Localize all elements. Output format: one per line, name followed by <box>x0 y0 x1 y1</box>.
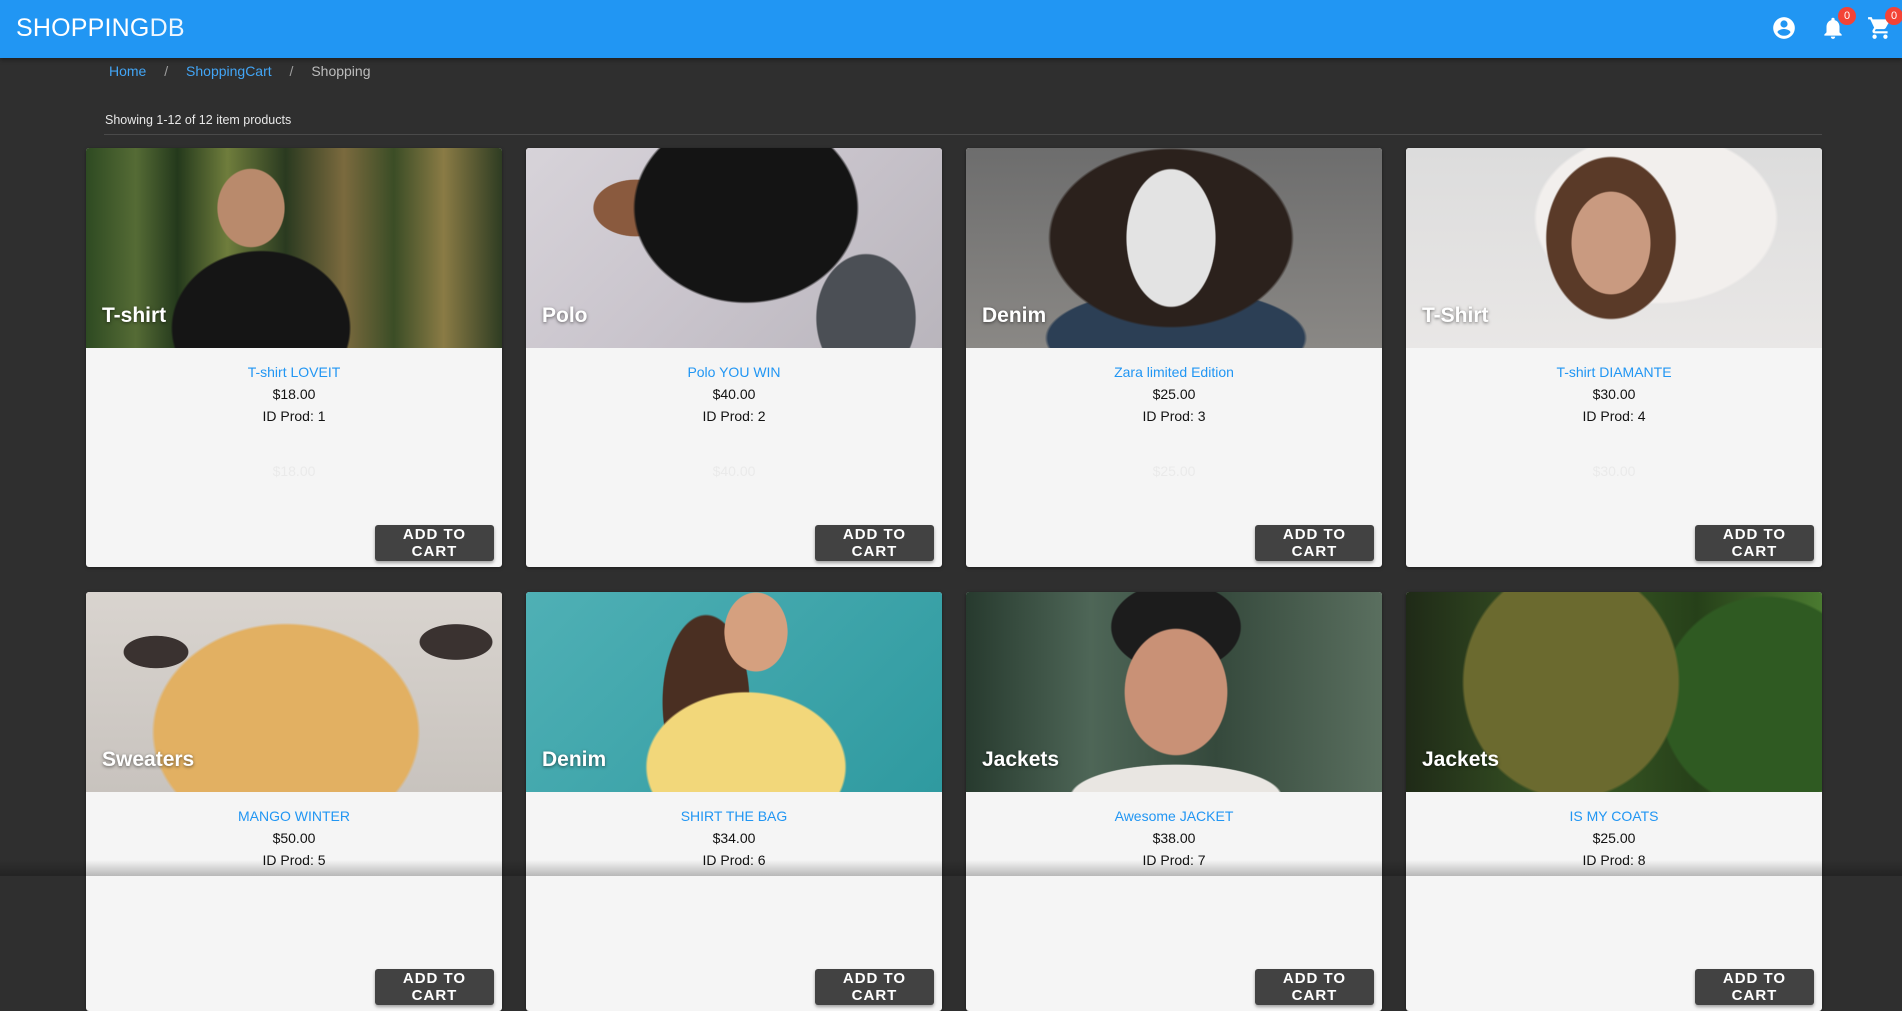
add-to-cart-button[interactable]: ADD TO CART <box>815 969 934 1005</box>
product-price: $25.00 <box>1152 386 1196 402</box>
product-title[interactable]: SHIRT THE BAG <box>526 808 942 824</box>
product-card: T-shirt T-shirt LOVEIT $18.00 ID Prod: 1… <box>86 148 502 567</box>
brand-logo[interactable]: SHOPPINGDB <box>16 14 185 43</box>
add-to-cart-button[interactable]: ADD TO CART <box>815 525 934 561</box>
app-bar: SHOPPINGDB 0 0 <box>0 0 1902 58</box>
product-title[interactable]: Zara limited Edition <box>966 364 1382 380</box>
product-card: Polo Polo YOU WIN $40.00 ID Prod: 2 $40.… <box>526 148 942 567</box>
product-title[interactable]: Awesome JACKET <box>966 808 1382 824</box>
notifications-button[interactable]: 0 <box>1820 7 1856 41</box>
product-card: Sweaters MANGO WINTER $50.00 ID Prod: 5 … <box>86 592 502 1011</box>
breadcrumb-shoppingcart[interactable]: ShoppingCart <box>186 63 272 79</box>
product-card: Jackets Awesome JACKET $38.00 ID Prod: 7… <box>966 592 1382 1011</box>
product-id: ID Prod: 4 <box>1582 408 1646 424</box>
product-category: Denim <box>542 748 607 771</box>
bottom-shadow <box>0 860 1902 876</box>
product-price: $40.00 <box>712 386 756 402</box>
product-price-ghost: $40.00 <box>712 463 756 479</box>
product-category: T-shirt <box>102 304 167 327</box>
product-price-ghost: $25.00 <box>1152 463 1196 479</box>
product-title[interactable]: IS MY COATS <box>1406 808 1822 824</box>
breadcrumb: Home / ShoppingCart / Shopping <box>109 63 371 79</box>
product-price: $30.00 <box>1592 386 1636 402</box>
product-category: Sweaters <box>102 748 195 771</box>
add-to-cart-button[interactable]: ADD TO CART <box>1695 525 1814 561</box>
product-title[interactable]: MANGO WINTER <box>86 808 502 824</box>
product-image[interactable]: Jackets <box>1406 592 1822 792</box>
product-card: T-Shirt T-shirt DIAMANTE $30.00 ID Prod:… <box>1406 148 1822 567</box>
product-title[interactable]: T-shirt DIAMANTE <box>1406 364 1822 380</box>
product-price: $18.00 <box>272 386 316 402</box>
add-to-cart-button[interactable]: ADD TO CART <box>1255 525 1374 561</box>
product-card: Denim Zara limited Edition $25.00 ID Pro… <box>966 148 1382 567</box>
product-image[interactable]: T-Shirt <box>1406 148 1822 348</box>
product-price: $50.00 <box>272 830 316 846</box>
product-category: Polo <box>542 304 588 327</box>
notifications-badge: 0 <box>1838 7 1856 25</box>
add-to-cart-button[interactable]: ADD TO CART <box>1255 969 1374 1005</box>
add-to-cart-button[interactable]: ADD TO CART <box>375 525 494 561</box>
product-category: Denim <box>982 304 1047 327</box>
cart-button[interactable]: 0 <box>1867 7 1902 41</box>
product-price-ghost: $18.00 <box>272 463 316 479</box>
product-price: $25.00 <box>1592 830 1636 846</box>
breadcrumb-separator: / <box>289 63 294 79</box>
product-image[interactable]: T-shirt <box>86 148 502 348</box>
product-image[interactable]: Denim <box>526 592 942 792</box>
results-count: Showing 1-12 of 12 item products <box>105 113 292 127</box>
cart-badge: 0 <box>1885 7 1902 25</box>
product-title[interactable]: T-shirt LOVEIT <box>86 364 502 380</box>
add-to-cart-button[interactable]: ADD TO CART <box>375 969 494 1005</box>
brand-suffix: DB <box>149 14 185 42</box>
breadcrumb-home[interactable]: Home <box>109 63 146 79</box>
product-card: Jackets IS MY COATS $25.00 ID Prod: 8 AD… <box>1406 592 1822 1011</box>
product-category: Jackets <box>1422 748 1500 771</box>
product-image[interactable]: Polo <box>526 148 942 348</box>
product-title[interactable]: Polo YOU WIN <box>526 364 942 380</box>
breadcrumb-current: Shopping <box>311 63 371 79</box>
product-price: $38.00 <box>1152 830 1196 846</box>
product-card: Denim SHIRT THE BAG $34.00 ID Prod: 6 AD… <box>526 592 942 1011</box>
product-price: $34.00 <box>712 830 756 846</box>
product-category: T-Shirt <box>1422 304 1489 327</box>
product-category: Jackets <box>982 748 1060 771</box>
product-id: ID Prod: 2 <box>702 408 766 424</box>
breadcrumb-separator: / <box>164 63 169 79</box>
product-image[interactable]: Denim <box>966 148 1382 348</box>
brand-main: SHOPPING <box>16 14 150 42</box>
product-price-ghost: $30.00 <box>1592 463 1636 479</box>
account-circle-icon[interactable] <box>1771 15 1797 41</box>
add-to-cart-button[interactable]: ADD TO CART <box>1695 969 1814 1005</box>
divider <box>104 134 1822 135</box>
product-id: ID Prod: 1 <box>262 408 326 424</box>
product-id: ID Prod: 3 <box>1142 408 1206 424</box>
product-image[interactable]: Sweaters <box>86 592 502 792</box>
product-image[interactable]: Jackets <box>966 592 1382 792</box>
